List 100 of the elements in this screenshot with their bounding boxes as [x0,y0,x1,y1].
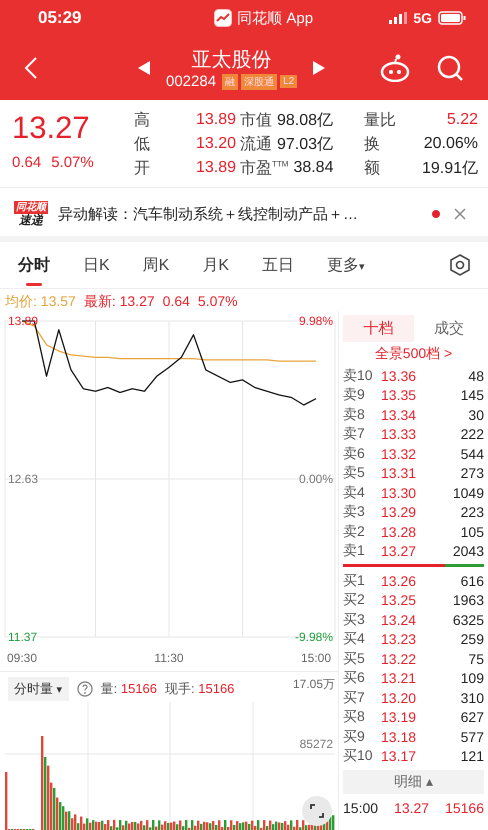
stat-value: 20.06% [424,135,478,153]
order-quantity: 223 [460,504,484,520]
time-label: 11:30 [154,651,184,665]
axis-label: 85272 [300,737,333,751]
chart-tab[interactable]: 分时 [8,246,60,284]
time-label: 15:00 [300,651,332,665]
stat-label: 市值 [240,110,272,130]
chart-tab[interactable]: 日K [73,246,120,284]
stock-name: 亚太股份 [192,48,272,73]
order-price: 13.26 [381,572,418,589]
axis-label: 13.89 [8,314,38,328]
order-price: 13.17 [381,748,418,764]
level-label: 卖6 [343,444,366,463]
search-icon[interactable] [436,54,464,82]
stock-code: 002284 [166,73,216,90]
stat-value: 13.89 [196,111,236,129]
level-label: 卖8 [343,406,366,424]
price-change: 0.64 [12,154,42,171]
stat-label: 额 [364,158,380,178]
percent-change: 5.07% [198,293,238,307]
fullscreen-icon[interactable] [302,796,332,826]
order-quantity: 627 [460,709,484,726]
previous-icon[interactable] [138,61,150,75]
level-label: 卖3 [343,503,366,522]
volume-reading: 量: 15166 [100,680,158,698]
order-quantity: 109 [460,670,484,686]
order-price: 13.31 [381,465,418,482]
news-logo: 同花顺 速递 [14,201,48,227]
order-book-tab[interactable]: 成交 [414,315,484,342]
depth-link[interactable]: 全景500档 > [343,342,484,366]
order-price: 13.32 [381,446,418,462]
trade-time: 15:00 [343,800,378,816]
level-label: 买7 [343,688,366,707]
order-quantity: 6325 [452,612,484,628]
level-label: 买3 [343,610,366,629]
axis-label: 9.98% [298,314,333,328]
settings-icon[interactable] [448,253,472,277]
order-quantity: 616 [460,572,484,589]
trade-price: 13.27 [394,800,430,816]
close-icon[interactable] [454,208,466,220]
help-icon[interactable] [76,681,93,697]
stock-tag: L2 [280,75,298,88]
percent-change: 5.07% [51,154,94,171]
stock-tag: 深股通 [241,74,278,90]
back-icon[interactable] [24,56,38,80]
current-price: 13.27 [12,109,91,147]
average-price: 均价: 13.57 [5,293,76,307]
volume-dropdown[interactable]: 分时量 ▾ [8,677,69,701]
latest-price: 最新: 13.27 [84,293,155,307]
signal-icon [389,12,408,24]
order-price: 13.25 [381,592,418,608]
battery-icon [438,11,466,25]
stock-tag: 融 [222,74,238,90]
chart-tab[interactable]: 五日 [252,246,304,284]
level-label: 买2 [343,591,366,610]
level-label: 买8 [343,708,366,726]
level-label: 卖9 [343,386,366,404]
order-quantity: 310 [460,690,484,706]
stat-label: 开 [134,158,150,178]
level-label: 卖7 [343,425,366,444]
axis-label: -9.98% [294,630,333,644]
axis-label: 17.05万 [292,676,336,693]
stat-value: 19.91亿 [422,158,478,178]
stat-value: 38.84 [293,159,334,177]
detail-button[interactable]: 明细 ▴ [343,770,484,794]
status-time: 05:29 [38,8,82,28]
order-price: 13.33 [381,426,418,442]
order-price: 13.21 [381,670,418,686]
time-label: 09:30 [6,651,38,665]
stat-label: 流通 [240,134,272,154]
chart-tab[interactable]: 月K [192,246,240,284]
chart-tab[interactable]: 更多▾ [317,246,376,284]
robot-icon[interactable] [380,54,410,82]
order-price: 13.22 [381,650,418,667]
level-label: 买9 [343,728,366,746]
news-headline[interactable]: 异动解读：汽车制动系统＋线控制动产品＋… [58,204,422,224]
level-label: 卖5 [343,464,366,482]
order-price: 13.27 [381,543,418,560]
next-icon[interactable] [313,61,326,75]
order-quantity: 105 [460,524,484,540]
order-quantity: 544 [460,446,484,462]
order-quantity: 577 [460,728,484,745]
level-label: 买1 [343,572,366,590]
order-price: 13.20 [381,690,418,706]
chart-tab[interactable]: 周K [132,246,180,284]
order-quantity: 48 [468,368,484,384]
trade-quantity: 15166 [445,800,484,816]
order-price: 13.28 [381,524,418,540]
axis-label: 0.00% [298,472,333,486]
order-price: 13.30 [381,484,418,501]
stat-value: 97.03亿 [277,134,334,154]
order-price: 13.19 [381,709,418,726]
order-quantity: 1049 [452,484,484,501]
app-name: 同花顺 App [237,8,314,28]
order-book-tab[interactable]: 十档 [343,315,414,342]
order-quantity: 2043 [452,543,484,560]
stat-value: 13.89 [196,159,236,177]
stat-label: 量比 [364,110,396,130]
price-change: 0.64 [162,293,190,307]
stat-value: 13.20 [196,135,236,153]
